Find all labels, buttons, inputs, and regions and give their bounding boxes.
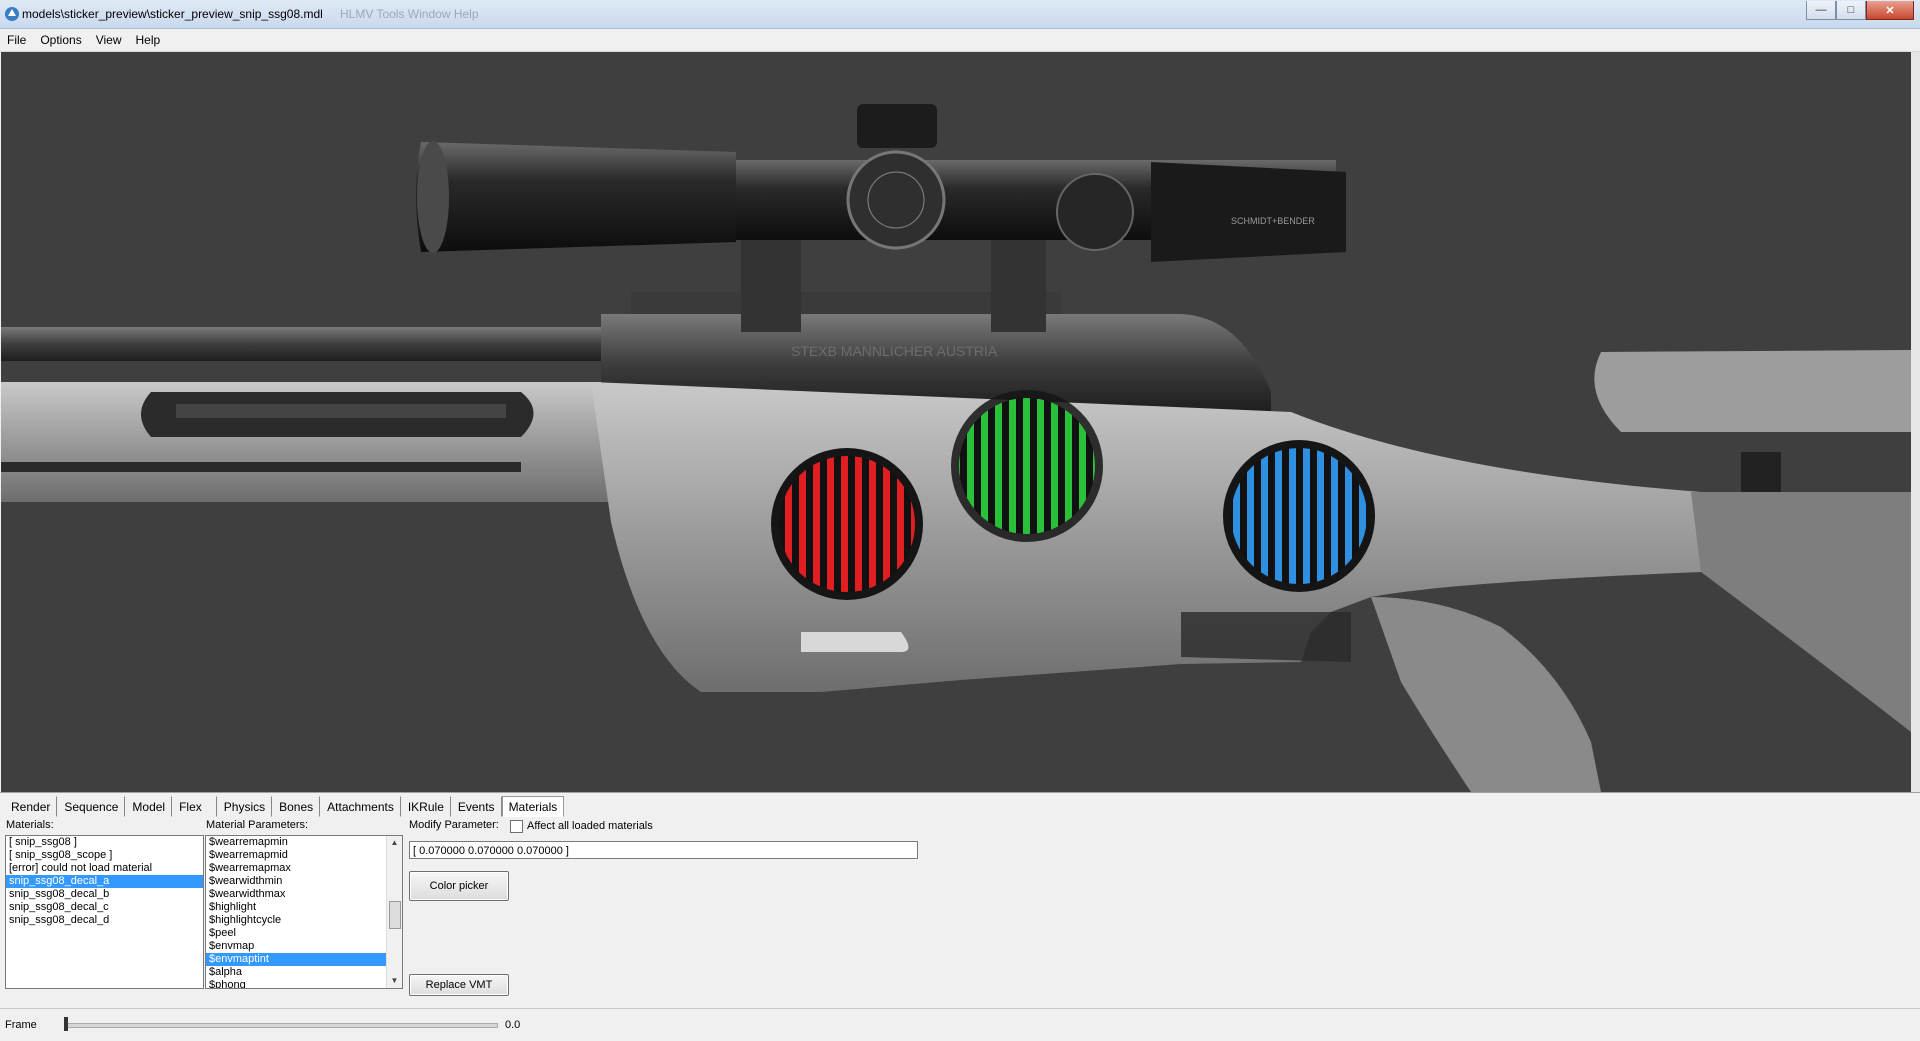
scope-brand-text: SCHMIDT+BENDER bbox=[1231, 216, 1315, 226]
trigger-guard bbox=[1181, 612, 1351, 662]
materials-label: Materials: bbox=[6, 819, 54, 831]
list-item[interactable]: $highlightcycle bbox=[206, 914, 402, 927]
list-item[interactable]: $wearremapmin bbox=[206, 836, 402, 849]
list-item[interactable]: snip_ssg08_decal_d bbox=[6, 914, 203, 927]
replace-vmt-button[interactable]: Replace VMT bbox=[409, 974, 509, 996]
tab-bones[interactable]: Bones bbox=[272, 796, 321, 817]
menu-help[interactable]: Help bbox=[129, 29, 168, 51]
frame-value: 0.0 bbox=[505, 1019, 521, 1031]
magazine bbox=[801, 632, 909, 652]
list-item[interactable]: [ snip_ssg08 ] bbox=[6, 836, 203, 849]
list-item[interactable]: $highlight bbox=[206, 901, 402, 914]
parameter-value-field[interactable]: [ 0.070000 0.070000 0.070000 ] bbox=[409, 841, 918, 859]
pistol-grip bbox=[1371, 597, 1601, 792]
modify-parameter-label: Modify Parameter: bbox=[409, 819, 499, 831]
scroll-up-arrow-icon[interactable]: ▲ bbox=[387, 836, 402, 850]
frame-bar: Frame 0.0 bbox=[0, 1008, 1920, 1041]
viewport-edge-scrollbar[interactable] bbox=[1911, 52, 1920, 792]
list-item[interactable]: snip_ssg08_decal_b bbox=[6, 888, 203, 901]
list-item-selected[interactable]: $envmaptint bbox=[206, 953, 386, 966]
parameters-scrollbar[interactable]: ▲ ▼ bbox=[386, 836, 402, 988]
scroll-down-arrow-icon[interactable]: ▼ bbox=[387, 974, 402, 988]
color-picker-button[interactable]: Color picker bbox=[409, 871, 509, 901]
decal-green bbox=[951, 390, 1103, 542]
menu-view[interactable]: View bbox=[89, 29, 129, 51]
close-button[interactable]: ✕ bbox=[1866, 1, 1914, 20]
list-item[interactable]: $wearwidthmax bbox=[206, 888, 402, 901]
decal-red bbox=[771, 448, 923, 600]
tab-attachments[interactable]: Attachments bbox=[320, 796, 401, 817]
list-item[interactable]: [error] could not load material bbox=[6, 862, 203, 875]
title-bar: models\sticker_preview\sticker_preview_s… bbox=[0, 0, 1920, 29]
list-item[interactable]: $wearremapmax bbox=[206, 862, 402, 875]
menu-options[interactable]: Options bbox=[33, 29, 88, 51]
material-parameters-label: Material Parameters: bbox=[206, 819, 309, 831]
frame-slider-thumb[interactable] bbox=[64, 1017, 68, 1031]
affect-all-checkbox[interactable] bbox=[510, 820, 523, 833]
model-viewport[interactable]: SCHMIDT+BENDER STEXB MANNLICHER AUSTRIA bbox=[1, 52, 1911, 792]
list-item[interactable]: snip_ssg08_decal_c bbox=[6, 901, 203, 914]
list-item[interactable]: $envmap bbox=[206, 940, 402, 953]
frame-label: Frame bbox=[5, 1019, 37, 1031]
menu-bar: File Options View Help bbox=[0, 29, 1920, 52]
menu-file[interactable]: File bbox=[0, 29, 33, 51]
stock bbox=[591, 382, 1701, 692]
decal-blue bbox=[1223, 440, 1375, 592]
tab-physics[interactable]: Physics bbox=[217, 796, 273, 817]
list-item[interactable]: [ snip_ssg08_scope ] bbox=[6, 849, 203, 862]
list-item[interactable]: $phong bbox=[206, 979, 402, 988]
window-controls: — □ ✕ bbox=[1806, 1, 1914, 20]
list-item-selected[interactable]: snip_ssg08_decal_a bbox=[6, 875, 203, 888]
handguard bbox=[1, 382, 651, 502]
ghost-menu-text: HLMV Tools Window Help bbox=[340, 7, 479, 21]
tab-render[interactable]: Render bbox=[4, 796, 58, 817]
tab-materials[interactable]: Materials bbox=[501, 796, 565, 817]
materials-list[interactable]: [ snip_ssg08 ] [ snip_ssg08_scope ] [err… bbox=[5, 835, 204, 989]
scope: SCHMIDT+BENDER bbox=[416, 104, 1346, 262]
window-title: models\sticker_preview\sticker_preview_s… bbox=[22, 7, 323, 21]
tab-bar: Render Sequence Model Flex Physics Bones… bbox=[4, 796, 565, 817]
list-item[interactable]: $peel bbox=[206, 927, 402, 940]
control-panel: Render Sequence Model Flex Physics Bones… bbox=[0, 792, 1920, 1041]
material-parameters-list[interactable]: $wearremapmin $wearremapmid $wearremapma… bbox=[205, 835, 403, 989]
maximize-button[interactable]: □ bbox=[1836, 1, 1866, 20]
frame-slider[interactable] bbox=[64, 1023, 498, 1028]
receiver-engraving: STEXB MANNLICHER AUSTRIA bbox=[791, 343, 998, 359]
list-item[interactable]: $wearwidthmin bbox=[206, 875, 402, 888]
list-item[interactable]: $alpha bbox=[206, 966, 402, 979]
app-icon bbox=[5, 7, 19, 21]
tab-events[interactable]: Events bbox=[451, 796, 502, 817]
affect-all-label: Affect all loaded materials bbox=[527, 820, 653, 832]
rifle-model-render: SCHMIDT+BENDER STEXB MANNLICHER AUSTRIA bbox=[1, 104, 1911, 792]
list-item[interactable]: $wearremapmid bbox=[206, 849, 402, 862]
minimize-button[interactable]: — bbox=[1806, 1, 1836, 20]
tab-flex[interactable]: Flex bbox=[172, 796, 217, 817]
tab-sequence[interactable]: Sequence bbox=[57, 796, 126, 817]
scroll-thumb[interactable] bbox=[389, 901, 401, 929]
tab-ikrule[interactable]: IKRule bbox=[401, 796, 451, 817]
tab-model[interactable]: Model bbox=[125, 796, 173, 817]
